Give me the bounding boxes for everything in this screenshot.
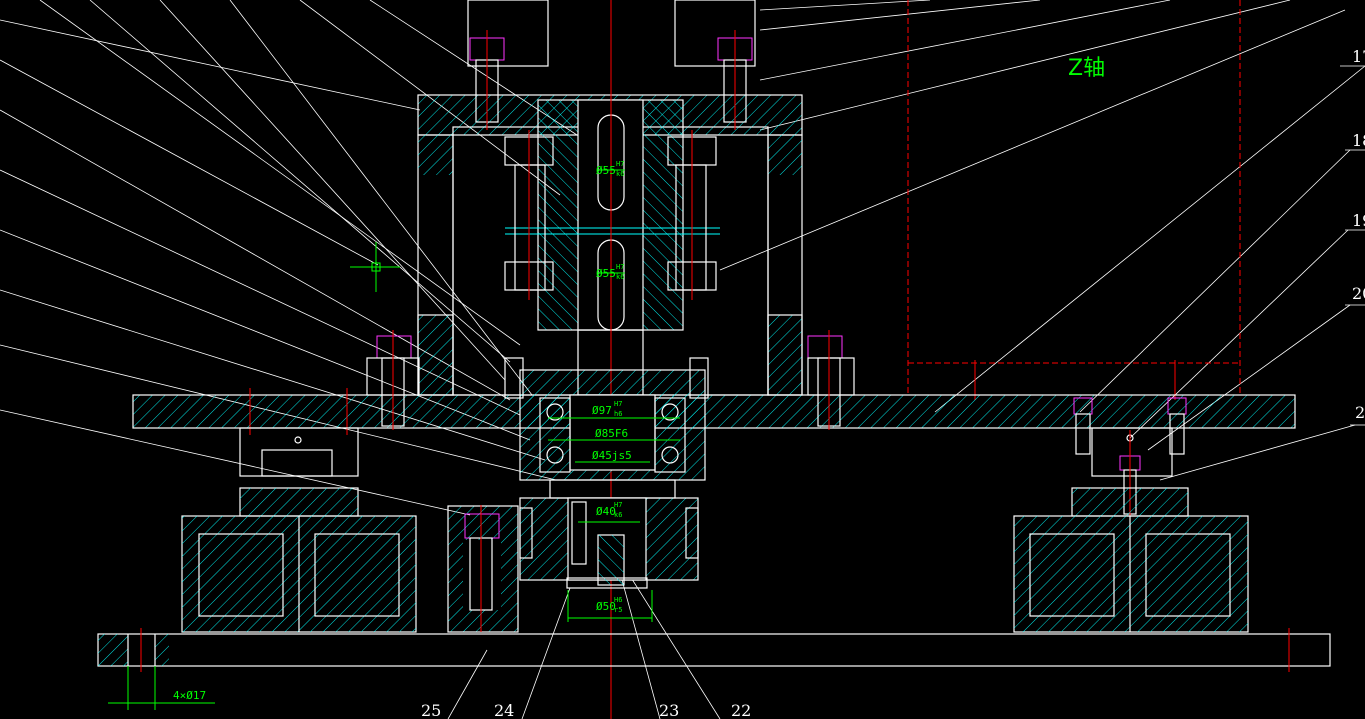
z-axis-label: Z轴 [1068, 56, 1105, 81]
balloon-24: 24 [494, 701, 514, 719]
svg-text:H7: H7 [614, 400, 622, 408]
balloon-17: 17 [1352, 47, 1365, 66]
svg-text:H7: H7 [616, 160, 624, 168]
balloon-20: 20 [1352, 284, 1365, 303]
svg-text:H7: H7 [616, 263, 624, 271]
svg-text:Ø55: Ø55 [596, 164, 616, 177]
balloon-19: 19 [1352, 211, 1365, 230]
dim-label-d5: Ø45js5 [592, 449, 632, 462]
svg-text:Ø97: Ø97 [592, 404, 612, 417]
balloon-18: 18 [1352, 131, 1365, 150]
svg-text:H6: H6 [614, 596, 622, 604]
balloon-21: 21 [1355, 403, 1365, 422]
assembly-drawing: Z轴 Ø55 H7 k6 Ø55 H7 k6 Ø97 H7 h6 Ø85F6 Ø… [0, 0, 1365, 719]
main-plate [132, 394, 1296, 429]
balloon-25: 25 [421, 701, 441, 719]
svg-text:Ø40: Ø40 [596, 505, 616, 518]
svg-text:k6: k6 [616, 170, 624, 178]
base-plate [97, 628, 1331, 672]
right-linear-guide [1013, 397, 1249, 633]
balloon-23: 23 [659, 701, 679, 719]
cad-viewport[interactable]: Z轴 Ø55 H7 k6 Ø55 H7 k6 Ø97 H7 h6 Ø85F6 Ø… [0, 0, 1365, 719]
svg-text:Ø55: Ø55 [596, 267, 616, 280]
svg-text:k6: k6 [614, 511, 622, 519]
hole-callout: 4×Ø17 [173, 689, 206, 702]
lower-screw-left [447, 505, 519, 633]
crosshair-cursor [350, 242, 400, 292]
svg-text:r5: r5 [614, 606, 622, 614]
balloon-22: 22 [731, 701, 751, 719]
svg-text:H7: H7 [614, 501, 622, 509]
svg-text:k6: k6 [616, 273, 624, 281]
dim-label-d4: Ø85F6 [595, 427, 628, 440]
fit-label-d7: Ø50 H6 r5 [596, 596, 622, 614]
svg-text:h6: h6 [614, 410, 622, 418]
svg-text:Ø50: Ø50 [596, 600, 616, 613]
